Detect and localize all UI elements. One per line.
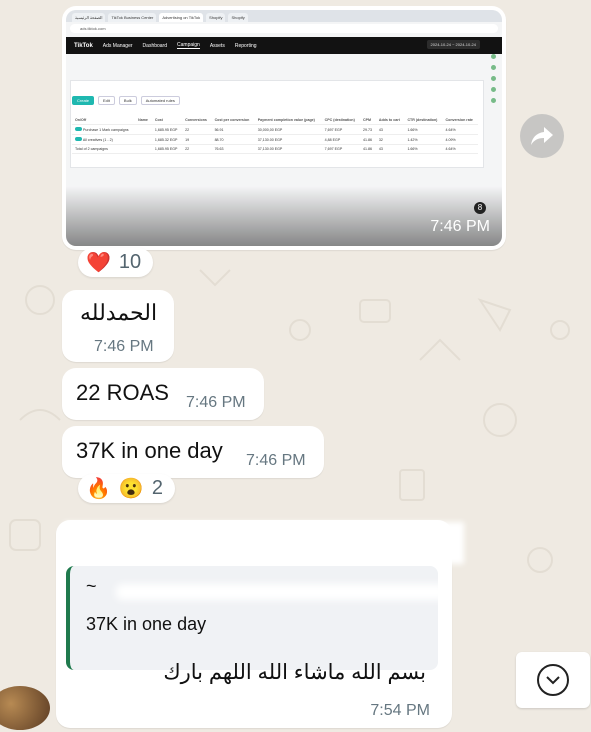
browser-tab: الصفحة الرئيسية	[72, 13, 106, 22]
browser-tab: Shopify	[206, 13, 226, 22]
image-scrim	[66, 186, 502, 246]
message-time: 7:46 PM	[186, 394, 246, 411]
forward-icon	[531, 127, 553, 145]
nav-item: Reporting	[234, 42, 257, 49]
quoted-message[interactable]: ~ 37K in one day	[66, 566, 446, 670]
app-sub: Ads Manager	[102, 42, 133, 49]
reaction-count: 10	[118, 251, 142, 273]
quoted-sender: ~	[86, 576, 97, 596]
text-message[interactable]: 22 ROAS 7:46 PM	[62, 368, 264, 420]
message-text: 37K in one day	[76, 438, 223, 463]
image-message[interactable]: الصفحة الرئيسية TikTok Business Center A…	[62, 6, 506, 250]
col-header: Conversion rate	[442, 106, 478, 125]
col-header: CPM	[359, 106, 376, 125]
message-time: 7:46 PM	[246, 452, 306, 469]
forward-button[interactable]	[520, 114, 564, 158]
fire-icon: 🔥	[86, 478, 111, 500]
redacted-sender	[64, 522, 464, 564]
campaign-table: On/Off Name Cost Conversions Cost per co…	[72, 106, 478, 154]
col-header: Adds to cart	[375, 106, 405, 125]
reply-message[interactable]: ~ 37K in one day بسم الله ماشاء الله الل…	[56, 520, 464, 728]
browser-tab: Shopify	[228, 13, 248, 22]
text-message[interactable]: 37K in one day 7:46 PM	[62, 426, 324, 478]
col-header: CTR (destination)	[404, 106, 443, 125]
create-button: Create	[72, 96, 95, 105]
campaign-toolbar: Create Edit Bulk Automated rules	[72, 96, 180, 105]
edit-button: Edit	[98, 96, 115, 105]
app-name: TikTok	[74, 42, 93, 49]
bulk-button: Bulk	[118, 96, 137, 105]
col-header: Payment completion value (page)	[254, 106, 322, 125]
quoted-text: 37K in one day	[86, 614, 207, 634]
shared-screenshot[interactable]: الصفحة الرئيسية TikTok Business Center A…	[66, 10, 502, 246]
reaction-chip[interactable]: ❤️ 10	[78, 248, 154, 277]
table-row: All creatives (1 - 2) 1,685.32 EGP 19 88…	[72, 134, 478, 145]
message-text: 22 ROAS	[76, 380, 169, 405]
row-toggle: Purchase 1 Mark campaigns	[72, 124, 136, 135]
browser-tab: Advertising on TikTok	[159, 13, 204, 22]
table-row: Purchase 1 Mark campaigns 1,685.95 EGP 2…	[72, 124, 478, 135]
col-header: Name	[135, 106, 152, 125]
nav-item: Dashboard	[142, 42, 168, 49]
avatar[interactable]	[0, 686, 50, 730]
col-header: Cost per conversion	[211, 106, 255, 125]
reaction-count: 2	[151, 477, 163, 499]
nav-item: Assets	[209, 42, 225, 49]
browser-tab: TikTok Business Center	[108, 13, 157, 22]
row-toggle: All creatives (1 - 2)	[72, 134, 136, 145]
scroll-down-button[interactable]	[516, 652, 590, 708]
heart-icon: ❤️	[86, 252, 111, 274]
table-row: Total of 2 campaigns 1,685.95 EGP 22 76.…	[72, 144, 478, 154]
text-message[interactable]: الحمدلله 7:46 PM	[62, 290, 174, 362]
message-time: 7:54 PM	[370, 702, 430, 719]
chevron-down-icon	[546, 676, 560, 685]
reaction-chip[interactable]: 🔥 😮 2	[78, 474, 175, 503]
col-header: CPC (destination)	[321, 106, 360, 125]
message-time: 7:46 PM	[94, 338, 154, 355]
col-header: Cost	[151, 106, 183, 125]
message-time: 7:46 PM	[430, 218, 490, 235]
browser-url: ads.tiktok.com	[70, 24, 498, 33]
col-header: On/Off	[72, 106, 136, 125]
surprised-face-icon: 😮	[118, 478, 144, 500]
browser-tabs: الصفحة الرئيسية TikTok Business Center A…	[66, 10, 502, 22]
message-text: الحمدلله	[80, 300, 158, 325]
rules-button: Automated rules	[140, 96, 180, 105]
date-range: 2024-10-24 ~ 2024-10-24	[426, 40, 480, 49]
nav-item: Campaign	[177, 42, 200, 49]
redacted-number	[116, 584, 446, 600]
col-header: Conversions	[182, 106, 212, 125]
browser-sidebar	[488, 54, 498, 114]
view-once-icon: 8	[474, 202, 486, 214]
message-text: بسم الله ماشاء الله اللهم بارك	[163, 661, 426, 684]
